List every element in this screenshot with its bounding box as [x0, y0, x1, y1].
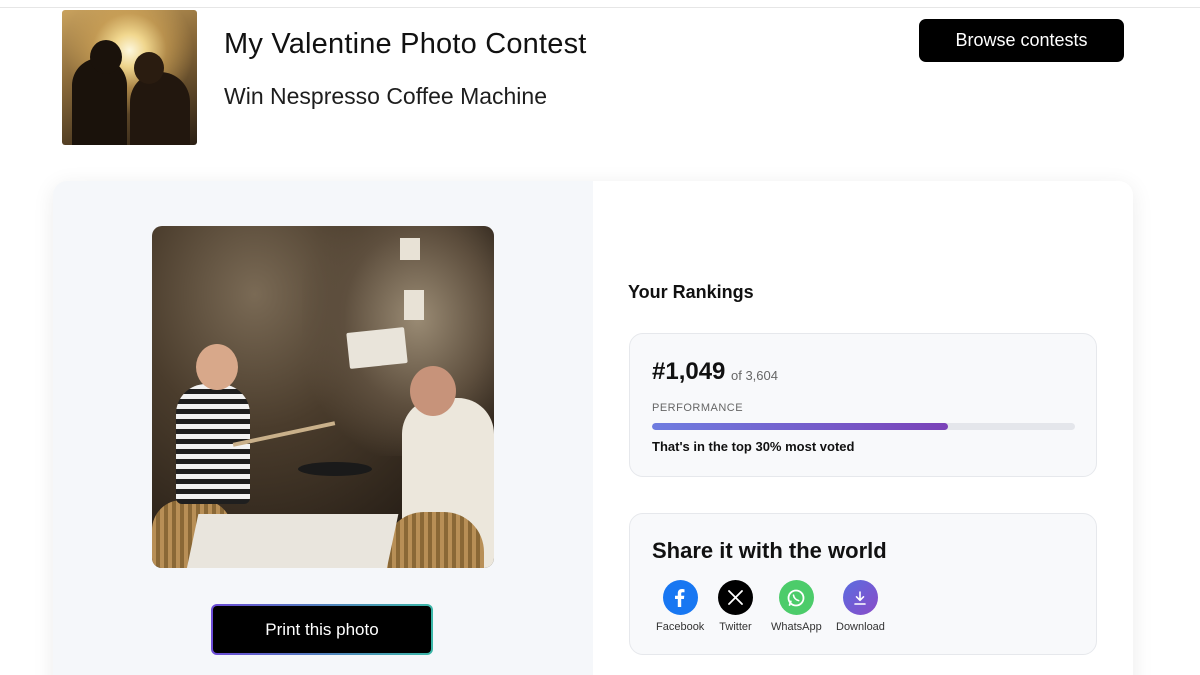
share-label: Facebook [656, 621, 705, 633]
photo-person [196, 344, 238, 390]
contest-thumbnail[interactable] [62, 10, 197, 145]
share-heading: Share it with the world [652, 538, 887, 563]
share-label: Download [836, 621, 885, 633]
performance-note: That's in the top 30% most voted [652, 439, 855, 454]
silhouette [134, 52, 164, 84]
contest-title: My Valentine Photo Contest [224, 28, 587, 60]
photo-table [185, 514, 399, 568]
performance-bar [652, 423, 1075, 430]
share-label: Twitter [719, 621, 752, 633]
photo-tag [404, 290, 424, 320]
download-icon [842, 580, 878, 615]
silhouette [130, 72, 190, 145]
contest-prize-subtitle: Win Nespresso Coffee Machine [224, 83, 547, 109]
rankings-heading: Your Rankings [628, 282, 754, 302]
rank-total: of 3,604 [731, 368, 778, 383]
share-card: Share it with the world Facebook Twitter… [629, 513, 1097, 655]
entry-card: Print this photo Your Rankings #1,049 of… [53, 181, 1133, 675]
photo-chair [384, 512, 484, 568]
share-facebook-button[interactable]: Facebook [656, 580, 704, 633]
share-whatsapp-button[interactable]: WhatsApp [771, 580, 822, 633]
rankings-card: #1,049 of 3,604 PERFORMANCE That's in th… [629, 333, 1097, 477]
x-twitter-icon [718, 580, 753, 615]
photo-sign [346, 327, 408, 369]
photo-stool [298, 462, 372, 476]
whatsapp-icon [778, 580, 814, 615]
print-photo-button[interactable]: Print this photo [211, 604, 433, 655]
browse-contests-button[interactable]: Browse contests [919, 19, 1124, 62]
share-download-button[interactable]: Download [836, 580, 885, 633]
entry-photo[interactable] [152, 226, 494, 568]
performance-bar-fill [652, 423, 949, 430]
entry-photo-pane: Print this photo [53, 181, 593, 675]
share-label: WhatsApp [771, 621, 822, 633]
facebook-icon [662, 580, 698, 615]
photo-person [410, 366, 456, 416]
performance-label: PERFORMANCE [652, 402, 744, 414]
silhouette [90, 40, 122, 74]
share-twitter-button[interactable]: Twitter [718, 580, 753, 633]
top-divider [0, 7, 1200, 8]
photo-tag [400, 238, 420, 260]
rank-value: #1,049 [652, 358, 726, 385]
